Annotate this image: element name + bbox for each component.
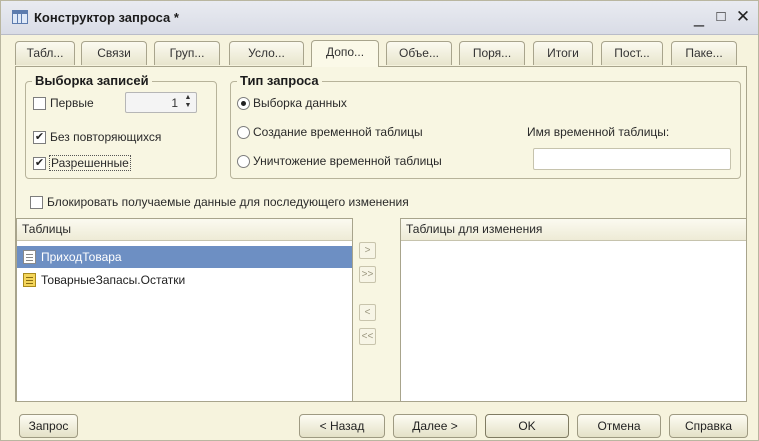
minimize-button[interactable]: _	[691, 7, 707, 27]
tables-list-header: Таблицы	[17, 219, 352, 241]
select-data-radio[interactable]	[237, 97, 250, 110]
query-button[interactable]: Запрос	[19, 414, 78, 438]
select-data-label: Выборка данных	[253, 96, 347, 110]
table-icon	[12, 10, 28, 24]
move-left-button[interactable]: <	[359, 304, 376, 321]
next-button[interactable]: Далее >	[393, 414, 477, 438]
tab-advanced[interactable]: Допо...	[311, 40, 379, 67]
records-selection-title: Выборка записей	[32, 73, 152, 88]
temp-table-name-label: Имя временной таблицы:	[527, 125, 670, 139]
drop-temp-table-radio[interactable]	[237, 155, 250, 168]
move-all-left-button[interactable]: <<	[359, 328, 376, 345]
temp-table-name-input[interactable]	[533, 148, 731, 170]
lock-data-checkbox[interactable]	[30, 196, 43, 209]
tab-order[interactable]: Поря...	[459, 41, 525, 65]
document-icon	[23, 250, 36, 264]
distinct-label: Без повторяющихся	[50, 130, 162, 144]
first-label: Первые	[50, 96, 94, 110]
list-item[interactable]: ТоварныеЗапасы.Остатки	[17, 269, 352, 291]
first-count-stepper[interactable]: 1 ▲ ▼	[125, 92, 197, 113]
allowed-checkbox[interactable]: ✔	[33, 157, 46, 170]
tab-grouping[interactable]: Груп...	[154, 41, 220, 65]
back-button[interactable]: < Назад	[299, 414, 385, 438]
lock-data-label: Блокировать получаемые данные для послед…	[47, 195, 409, 209]
tab-panel-advanced: Выборка записей Первые 1 ▲ ▼ ✔ Без повтор…	[15, 66, 747, 402]
tables-for-change-header: Таблицы для изменения	[401, 219, 746, 241]
distinct-checkbox[interactable]: ✔	[33, 131, 46, 144]
move-all-right-button[interactable]: >>	[359, 266, 376, 283]
tab-conditions[interactable]: Усло...	[229, 41, 304, 65]
title-bar[interactable]: Конструктор запроса * _ □ ✕	[1, 1, 758, 35]
query-type-title: Тип запроса	[237, 73, 322, 88]
help-button[interactable]: Справка	[669, 414, 748, 438]
tab-union[interactable]: Объе...	[386, 41, 452, 65]
maximize-button[interactable]: □	[713, 7, 729, 27]
first-checkbox[interactable]	[33, 97, 46, 110]
tab-totals[interactable]: Итоги	[533, 41, 593, 65]
ok-button[interactable]: OK	[485, 414, 569, 438]
cancel-button[interactable]: Отмена	[577, 414, 661, 438]
move-right-button[interactable]: >	[359, 242, 376, 259]
records-selection-group: Выборка записей Первые 1 ▲ ▼ ✔ Без повтор…	[25, 73, 217, 179]
create-temp-table-radio[interactable]	[237, 126, 250, 139]
spinner-arrows-icon[interactable]: ▲ ▼	[182, 94, 194, 111]
window-title: Конструктор запроса *	[34, 10, 179, 25]
tab-tables[interactable]: Табл...	[15, 41, 75, 65]
tab-links[interactable]: Связи	[81, 41, 147, 65]
create-temp-table-label: Создание временной таблицы	[253, 125, 423, 139]
tab-batch[interactable]: Паке...	[671, 41, 737, 65]
query-builder-window: Конструктор запроса * _ □ ✕ Табл... Связ…	[0, 0, 759, 441]
first-count-value: 1	[171, 96, 178, 110]
query-type-group: Тип запроса Выборка данных Создание врем…	[230, 73, 741, 179]
drop-temp-table-label: Уничтожение временной таблицы	[253, 154, 442, 168]
list-item[interactable]: ПриходТовара	[17, 246, 352, 268]
close-button[interactable]: ✕	[735, 7, 751, 27]
list-item-label: ПриходТовара	[41, 250, 122, 264]
tables-list[interactable]: Таблицы ПриходТовара ТоварныеЗапасы.Оста…	[16, 218, 353, 402]
list-item-label: ТоварныеЗапасы.Остатки	[41, 273, 186, 287]
tables-for-change-list[interactable]: Таблицы для изменения	[400, 218, 747, 402]
register-icon	[23, 273, 36, 287]
allowed-label: Разрешенные	[49, 155, 131, 171]
tab-builder[interactable]: Пост...	[601, 41, 663, 65]
